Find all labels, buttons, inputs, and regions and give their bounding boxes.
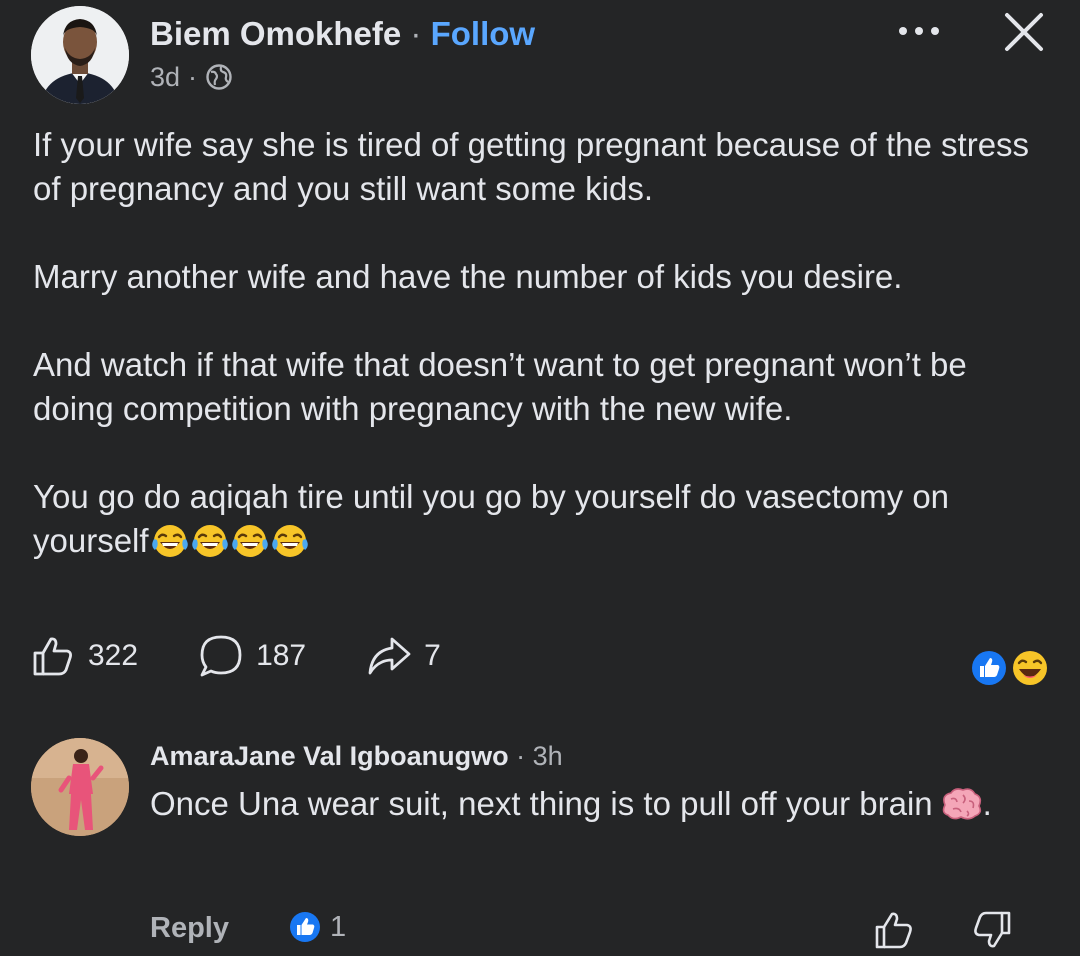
comment-reaction-count[interactable]: 1 — [288, 910, 346, 944]
like-reaction-icon — [970, 649, 1008, 687]
comment-actions: Reply 1 — [150, 908, 1080, 952]
reply-button[interactable]: Reply — [150, 912, 229, 945]
comment-like-count: 1 — [330, 910, 347, 943]
brain-emoji-icon — [939, 786, 983, 820]
post-actions: 322 187 7 — [30, 634, 441, 678]
post-text: If your wife say she is tired of getting… — [33, 123, 1053, 563]
post-time[interactable]: 3d — [150, 60, 180, 94]
post-paragraph: Marry another wife and have the number o… — [33, 258, 903, 295]
commenter-name[interactable]: AmaraJane Val Igboanugwo — [150, 741, 509, 771]
comment-header: AmaraJane Val Igboanugwo · 3h — [150, 738, 563, 774]
more-options-icon[interactable] — [896, 16, 942, 46]
laughing-emoji-icon — [231, 522, 269, 560]
author-avatar[interactable] — [31, 6, 129, 104]
comment-separator: · — [516, 741, 526, 771]
separator-dot: · — [410, 15, 422, 52]
share-button[interactable]: 7 — [366, 633, 441, 679]
share-count: 7 — [424, 639, 441, 672]
reaction-summary[interactable] — [968, 647, 1052, 689]
like-badge-icon — [290, 912, 320, 942]
comment-trailing-punct: . — [982, 785, 992, 822]
globe-icon — [205, 63, 233, 91]
post-paragraph: And watch if that wife that doesn’t want… — [33, 346, 967, 427]
laughing-emoji-icon — [191, 522, 229, 560]
comment-thumbs-up-icon[interactable] — [872, 908, 916, 952]
close-icon[interactable] — [1002, 10, 1046, 54]
comment-count: 187 — [256, 639, 307, 672]
comment-button[interactable]: 187 — [198, 633, 306, 679]
post-viewer: Biem Omokhefe · Follow 3d · If your wife… — [0, 0, 1080, 956]
post-paragraph-last: You go do aqiqah tire until you go by yo… — [33, 475, 1053, 563]
commenter-avatar[interactable] — [31, 738, 129, 836]
share-arrow-icon — [368, 637, 411, 675]
meta-separator: · — [188, 62, 198, 92]
like-button[interactable]: 322 — [30, 633, 138, 679]
follow-link[interactable]: Follow — [431, 15, 535, 52]
author-name[interactable]: Biem Omokhefe — [150, 15, 401, 52]
comment-thumbs-down-icon[interactable] — [970, 908, 1014, 952]
laughing-emoji-icon — [271, 522, 309, 560]
like-count: 322 — [88, 639, 139, 672]
post-paragraph: If your wife say she is tired of getting… — [33, 126, 1030, 207]
comment-text: Once Una wear suit, next thing is to pul… — [150, 780, 1010, 828]
author-line: Biem Omokhefe · Follow — [150, 14, 535, 54]
thumbs-up-icon — [33, 637, 72, 676]
comment-bubble-icon — [200, 635, 242, 677]
haha-reaction-icon — [1011, 649, 1049, 687]
comment-body: Once Una wear suit, next thing is to pul… — [150, 785, 933, 822]
post-meta: 3d · — [150, 60, 233, 94]
laughing-emoji-icon — [151, 522, 189, 560]
comment-time[interactable]: 3h — [533, 741, 563, 771]
